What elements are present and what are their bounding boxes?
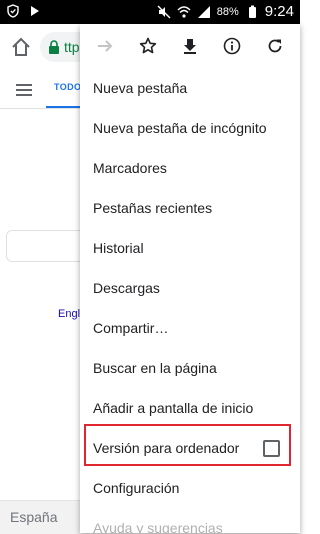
menu-item-label: Añadir a pantalla de inicio — [93, 400, 254, 416]
download-icon[interactable] — [180, 36, 200, 56]
menu-item-downloads[interactable]: Descargas — [80, 268, 300, 308]
refresh-icon[interactable] — [265, 36, 285, 56]
footer-country: España — [10, 509, 58, 525]
menu-item-label: Configuración — [93, 480, 180, 496]
wifi-icon — [177, 5, 191, 18]
forward-icon[interactable] — [95, 36, 115, 56]
menu-item-new-tab[interactable]: Nueva pestaña — [80, 68, 300, 108]
language-link[interactable]: Engl — [58, 308, 80, 320]
lock-icon — [49, 40, 59, 54]
menu-item-label: Nueva pestaña de incógnito — [93, 120, 267, 136]
menu-item-label: Descargas — [93, 280, 160, 296]
menu-item-bookmarks[interactable]: Marcadores — [80, 148, 300, 188]
menu-item-label: Marcadores — [93, 160, 167, 176]
menu-item-share[interactable]: Compartir… — [80, 308, 300, 348]
menu-item-label: Buscar en la página — [93, 360, 217, 376]
menu-icon-bar — [80, 24, 300, 68]
menu-item-history[interactable]: Historial — [80, 228, 300, 268]
menu-item-label: Compartir… — [93, 320, 169, 336]
menu-item-find-in-page[interactable]: Buscar en la página — [80, 348, 300, 388]
status-bar: 88% 9:24 — [0, 0, 300, 24]
home-icon[interactable] — [10, 36, 32, 58]
menu-item-desktop-site[interactable]: Versión para ordenador — [80, 428, 300, 468]
signal-icon — [197, 5, 210, 18]
menu-item-label: Versión para ordenador — [93, 440, 240, 456]
battery-percent: 88% — [216, 5, 239, 18]
menu-item-settings[interactable]: Configuración — [80, 468, 300, 508]
desktop-site-checkbox[interactable] — [263, 440, 280, 457]
menu-item-label: Ayuda y sugerencias — [93, 520, 223, 533]
shield-icon — [7, 4, 19, 18]
notification-icon — [31, 6, 39, 16]
star-icon[interactable] — [138, 36, 158, 56]
menu-item-recent-tabs[interactable]: Pestañas recientes — [80, 188, 300, 228]
url-text: ttp — [64, 39, 80, 55]
info-icon[interactable] — [222, 36, 242, 56]
tab-todo[interactable]: TODO — [54, 82, 81, 92]
menu-item-label: Pestañas recientes — [93, 200, 213, 216]
menu-item-label: Historial — [93, 240, 144, 256]
hamburger-menu-icon[interactable] — [16, 84, 32, 96]
menu-item-add-to-home[interactable]: Añadir a pantalla de inicio — [80, 388, 300, 428]
mute-icon — [157, 5, 171, 18]
clock: 9:24 — [264, 3, 294, 20]
menu-item-label: Nueva pestaña — [93, 80, 188, 96]
battery-icon — [248, 5, 256, 18]
menu-item-help[interactable]: Ayuda y sugerencias — [80, 508, 300, 533]
menu-item-incognito-tab[interactable]: Nueva pestaña de incógnito — [80, 108, 300, 148]
overflow-menu: Nueva pestaña Nueva pestaña de incógnito… — [80, 24, 300, 533]
